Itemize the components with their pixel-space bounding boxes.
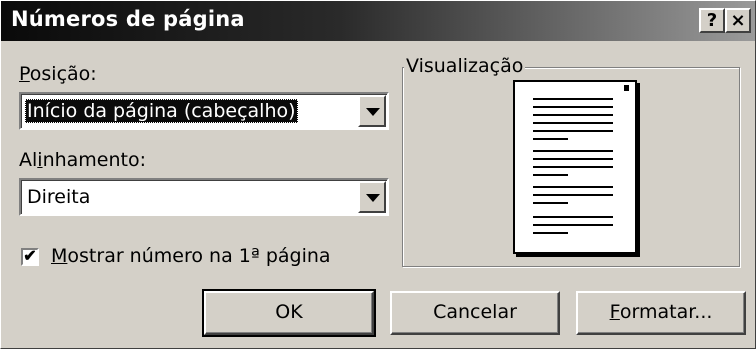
preview-text-line [533,174,568,176]
preview-text-line [533,138,568,140]
position-label: Posição: [19,63,97,85]
position-label-text: osição: [29,63,97,85]
alignment-label-part1: Al [19,149,38,171]
position-dropdown-button[interactable] [358,95,386,127]
show-number-first-page-label[interactable]: Mostrar número na 1ª página [51,245,331,267]
chevron-down-icon [366,108,380,116]
position-label-accesskey: P [19,63,30,85]
alignment-label: Alinhamento: [19,149,146,171]
alignment-select[interactable]: Direita [19,178,389,216]
alignment-label-part2: nhamento: [42,149,147,171]
preview-text-line [533,186,613,188]
chevron-down-icon [366,194,380,202]
page-number-marker [624,85,629,91]
cancel-button[interactable]: Cancelar [390,291,560,335]
format-button[interactable]: Formatar... [576,291,746,335]
preview-text-line [533,98,613,100]
preview-page [513,80,637,254]
position-select[interactable]: Início da página (cabeçalho) [19,92,389,130]
alignment-dropdown-button[interactable] [358,181,386,213]
format-button-label: ormatar... [619,301,713,323]
show-number-label-accesskey: M [51,245,68,267]
format-button-accesskey: F [609,301,620,323]
preview-text-line [533,194,613,196]
preview-text-line [533,158,613,160]
preview-text-line [533,202,568,204]
ok-button[interactable]: OK [202,289,376,337]
preview-text-line [533,224,613,226]
preview-text-line [533,114,613,116]
position-value: Início da página (cabeçalho) [25,99,298,123]
page-numbers-dialog: Números de página ? × Posição: Início da… [0,0,756,349]
show-number-label-text: ostrar número na 1ª página [67,245,331,267]
preview-text-line [533,106,613,108]
dialog-title: Números de página [11,7,245,31]
preview-text-line [533,130,613,132]
title-bar[interactable]: Números de página ? × [1,1,755,41]
preview-label: Visualização [404,55,526,77]
preview-text-line [533,216,613,218]
show-number-first-page-checkbox[interactable]: ✔ [21,248,39,266]
preview-text-line [533,166,613,168]
alignment-value: Direita [27,186,91,208]
close-button[interactable]: × [725,8,751,33]
preview-text-line [533,122,613,124]
preview-text-line [533,150,613,152]
preview-text-line [533,232,568,234]
help-button[interactable]: ? [699,8,725,33]
